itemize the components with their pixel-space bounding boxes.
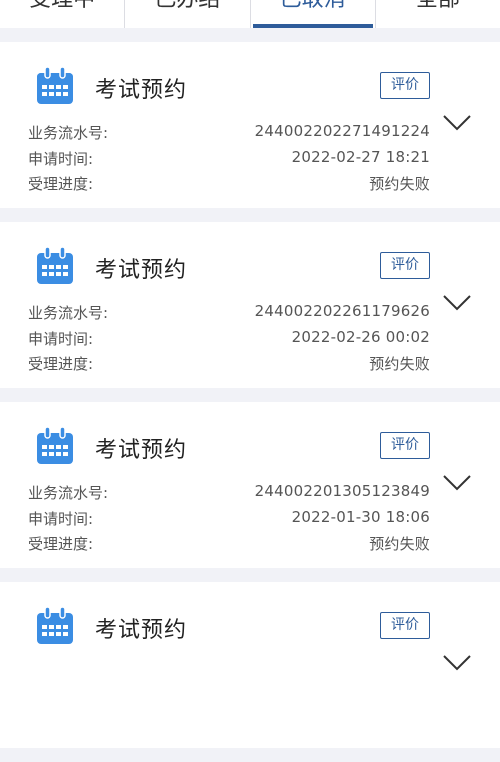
chevron-down-icon[interactable] [442, 654, 472, 672]
serial-label: 业务流水号: [28, 484, 109, 502]
time-row: 申请时间: 2022-01-30 18:06 [28, 508, 430, 530]
time-value: 2022-02-26 00:02 [291, 328, 430, 346]
progress-value: 预约失败 [369, 535, 430, 553]
progress-row: 受理进度: 预约失败 [28, 173, 430, 195]
tab-cancelled[interactable]: 已取消 [251, 0, 376, 28]
time-value: 2022-01-30 18:06 [291, 508, 430, 526]
serial-label: 业务流水号: [28, 124, 109, 142]
calendar-icon [37, 607, 73, 644]
progress-label: 受理进度: [28, 175, 94, 193]
tab-all[interactable]: 全部 [376, 0, 500, 28]
evaluate-button[interactable]: 评价 [380, 612, 430, 639]
tab-processing[interactable]: 受理中 [0, 0, 126, 28]
progress-label: 受理进度: [28, 535, 94, 553]
tab-bar: 受理中 已办结 已取消 全部 [0, 0, 500, 28]
record-card[interactable]: 考试预约 评价 业务流水号: 244002201305123849 申请时间: … [0, 402, 500, 568]
card-title: 考试预约 [95, 78, 188, 103]
evaluate-button[interactable]: 评价 [380, 252, 430, 279]
record-card[interactable]: 考试预约 评价 业务流水号: 244002202261179626 申请时间: … [0, 222, 500, 388]
record-card[interactable]: 考试预约 评价 [0, 582, 500, 748]
serial-value: 244002202261179626 [254, 302, 430, 320]
card-title: 考试预约 [95, 618, 188, 643]
time-value: 2022-02-27 18:21 [291, 148, 430, 166]
time-row: 申请时间: 2022-02-27 18:21 [28, 148, 430, 170]
time-label: 申请时间: [28, 510, 94, 528]
progress-value: 预约失败 [369, 175, 430, 193]
progress-row: 受理进度: 预约失败 [28, 533, 430, 555]
progress-label: 受理进度: [28, 355, 94, 373]
evaluate-button[interactable]: 评价 [380, 72, 430, 99]
chevron-down-icon[interactable] [442, 294, 472, 312]
time-label: 申请时间: [28, 330, 94, 348]
card-title: 考试预约 [95, 438, 188, 463]
serial-row: 业务流水号: 244002201305123849 [28, 482, 430, 504]
serial-value: 244002202271491224 [254, 122, 430, 140]
tab-completed[interactable]: 已办结 [125, 0, 251, 28]
progress-value: 预约失败 [369, 355, 430, 373]
evaluate-button[interactable]: 评价 [380, 432, 430, 459]
calendar-icon [37, 427, 73, 464]
time-label: 申请时间: [28, 150, 94, 168]
progress-row: 受理进度: 预约失败 [28, 353, 430, 375]
calendar-icon [37, 247, 73, 284]
chevron-down-icon[interactable] [442, 474, 472, 492]
serial-value: 244002201305123849 [254, 482, 430, 500]
chevron-down-icon[interactable] [442, 114, 472, 132]
serial-row: 业务流水号: 244002202271491224 [28, 122, 430, 144]
time-row: 申请时间: 2022-02-26 00:02 [28, 328, 430, 350]
calendar-icon [37, 67, 73, 104]
card-title: 考试预约 [95, 258, 188, 283]
record-list: 考试预约 评价 业务流水号: 244002202271491224 申请时间: … [0, 42, 500, 762]
record-card[interactable]: 考试预约 评价 业务流水号: 244002202271491224 申请时间: … [0, 42, 500, 208]
serial-row: 业务流水号: 244002202261179626 [28, 302, 430, 324]
serial-label: 业务流水号: [28, 304, 109, 322]
